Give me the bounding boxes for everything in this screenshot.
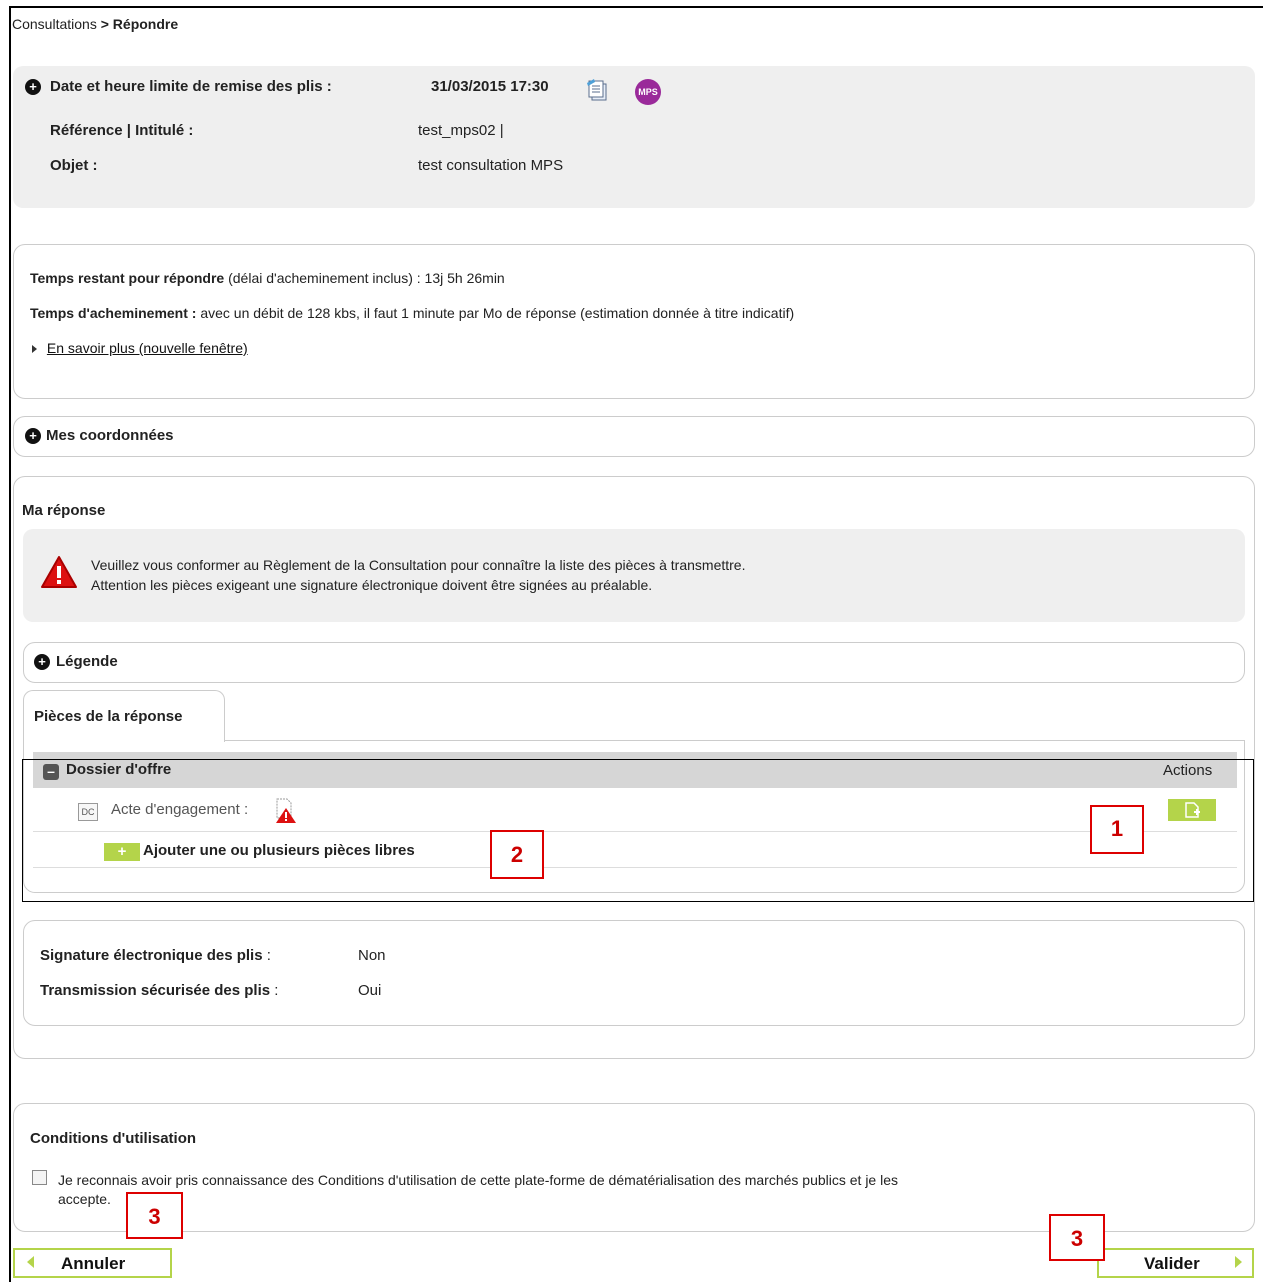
objet-value: test consultation MPS (418, 157, 564, 174)
terms-label-line-2[interactable]: accepte. (58, 1191, 111, 1207)
terms-checkbox[interactable] (32, 1170, 47, 1185)
expand-icon[interactable]: + (25, 79, 41, 95)
annotation-2: 2 (490, 830, 544, 879)
expand-icon[interactable]: + (34, 654, 50, 670)
reference-value: test_mps02 | (418, 122, 504, 139)
deadline-value: 31/03/2015 17:30 (431, 78, 549, 95)
breadcrumb-separator: > (100, 16, 109, 32)
arrow-left-icon (27, 1256, 34, 1268)
cancel-button-label[interactable]: Annuler (61, 1254, 125, 1274)
annotation-3-right: 3 (1049, 1214, 1105, 1261)
breadcrumb-parent[interactable]: Consultations (12, 16, 97, 32)
submit-button-label[interactable]: Valider (1144, 1254, 1200, 1274)
annotation-3-left: 3 (126, 1192, 183, 1239)
cancel-button[interactable]: Annuler (13, 1248, 172, 1278)
warning-icon (40, 555, 78, 592)
legend-title[interactable]: Légende (56, 653, 118, 670)
remaining-note: (délai d'acheminement inclus) : (228, 270, 421, 286)
signature-panel (23, 920, 1245, 1026)
remaining-label: Temps restant pour répondre (30, 270, 225, 286)
transmission-value: Oui (358, 982, 382, 999)
objet-label: Objet : (50, 157, 98, 174)
tab-label[interactable]: Pièces de la réponse (34, 708, 182, 725)
coordonnees-panel[interactable] (13, 416, 1255, 457)
transfer-time-row: Temps d'acheminement : avec un débit de … (30, 305, 794, 321)
submit-button[interactable]: Valider (1097, 1248, 1254, 1278)
warning-box (23, 529, 1245, 622)
terms-label-line-1[interactable]: Je reconnais avoir pris connaissance des… (58, 1172, 898, 1188)
transmission-colon: : (274, 982, 279, 999)
warning-line-2: Attention les pièces exigeant une signat… (91, 577, 653, 593)
breadcrumb: Consultations > Répondre (12, 16, 178, 32)
conditions-title: Conditions d'utilisation (30, 1130, 197, 1147)
conditions-panel (13, 1103, 1255, 1232)
legend-panel[interactable] (23, 642, 1245, 683)
mps-badge: MPS (635, 79, 661, 105)
deadline-label: Date et heure limite de remise des plis … (50, 78, 332, 95)
tab-pieces-reponse[interactable]: Pièces de la réponse (23, 690, 225, 742)
signature-value: Non (358, 947, 386, 964)
warning-line-1: Veuillez vous conformer au Règlement de … (91, 557, 746, 573)
arrow-right-icon (1235, 1256, 1242, 1268)
remaining-value: 13j 5h 26min (424, 270, 505, 286)
coordonnees-title[interactable]: Mes coordonnées (46, 427, 174, 444)
breadcrumb-current: Répondre (112, 16, 179, 32)
expand-icon[interactable]: + (25, 428, 41, 444)
transfer-value: avec un débit de 128 kbs, il faut 1 minu… (200, 305, 795, 321)
annotation-1: 1 (1090, 805, 1144, 854)
caret-right-icon (32, 345, 37, 354)
transfer-label: Temps d'acheminement : (30, 305, 197, 321)
highlight-frame (22, 759, 1254, 902)
reference-label: Référence | Intitulé : (50, 122, 194, 139)
signature-label: Signature électronique des plis (40, 947, 263, 964)
timing-panel (13, 244, 1255, 399)
learn-more-row: En savoir plus (nouvelle fenêtre) (32, 340, 248, 356)
transmission-row: Transmission sécurisée des plis : (40, 982, 278, 999)
calendar-copy-icon[interactable] (586, 78, 610, 105)
transmission-label: Transmission sécurisée des plis (40, 982, 271, 999)
signature-colon: : (266, 947, 271, 964)
signature-row: Signature électronique des plis : (40, 947, 271, 964)
reponse-title: Ma réponse (22, 502, 106, 519)
learn-more-link[interactable]: En savoir plus (nouvelle fenêtre) (47, 340, 248, 356)
remaining-time-row: Temps restant pour répondre (délai d'ach… (30, 270, 505, 286)
